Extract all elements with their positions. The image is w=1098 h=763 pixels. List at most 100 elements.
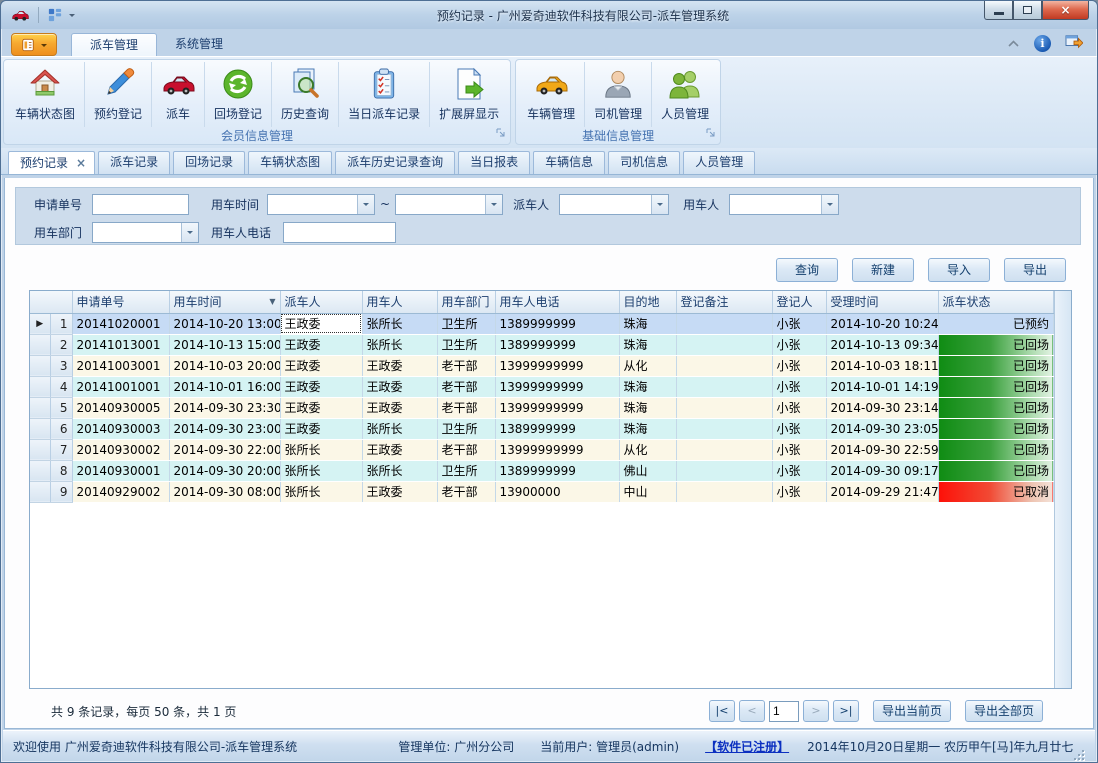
dept-combo[interactable]: [92, 222, 199, 243]
dialog-launcher-icon[interactable]: [706, 127, 716, 141]
grid-cell[interactable]: 2014-09-30 20:00: [169, 460, 280, 481]
grid-cell[interactable]: 从化: [619, 355, 676, 376]
prev-page-button[interactable]: <: [739, 700, 765, 722]
ribbon-item-dispatch[interactable]: 派车: [151, 62, 204, 127]
grid-cell[interactable]: 20140930001: [72, 460, 169, 481]
column-header-sorted[interactable]: 用车时间▼: [169, 291, 280, 313]
grid-cell[interactable]: 20140930003: [72, 418, 169, 439]
grid-cell[interactable]: 王政委: [362, 397, 437, 418]
grid-cell[interactable]: 2014-10-20 13:00: [169, 313, 280, 334]
column-header[interactable]: 登记人: [772, 291, 826, 313]
grid-cell[interactable]: 王政委: [280, 355, 362, 376]
use-time-from-combo[interactable]: [267, 194, 375, 215]
status-cell[interactable]: 已回场: [938, 376, 1054, 397]
close-button[interactable]: ×: [1042, 1, 1089, 20]
grid-cell[interactable]: 王政委: [362, 439, 437, 460]
column-header[interactable]: 受理时间: [826, 291, 938, 313]
column-header[interactable]: 派车人: [280, 291, 362, 313]
grid-cell[interactable]: 珠海: [619, 334, 676, 355]
grid-cell[interactable]: 2014-09-29 21:47: [826, 481, 938, 502]
chevron-down-icon[interactable]: [651, 195, 668, 214]
grid-cell[interactable]: 珠海: [619, 397, 676, 418]
vertical-scrollbar[interactable]: [1054, 291, 1071, 688]
minimize-button[interactable]: [984, 1, 1013, 20]
grid-cell[interactable]: 2014-09-30 22:59: [826, 439, 938, 460]
table-row[interactable]: 8201409300012014-09-30 20:00张所长张所长卫生所138…: [30, 460, 1054, 481]
app-menu-button[interactable]: [11, 33, 57, 56]
grid-cell[interactable]: 20140930002: [72, 439, 169, 460]
grid-cell[interactable]: [676, 439, 772, 460]
license-link[interactable]: 【软件已注册】: [705, 738, 789, 755]
ribbon-item-personnel-management[interactable]: 人员管理: [651, 62, 718, 127]
grid-cell[interactable]: 小张: [772, 397, 826, 418]
grid-cell[interactable]: 老干部: [437, 355, 495, 376]
grid-cell[interactable]: [676, 355, 772, 376]
grid-cell[interactable]: [676, 397, 772, 418]
grid-cell[interactable]: 13900000: [495, 481, 619, 502]
chevron-down-icon[interactable]: [485, 195, 502, 214]
grid-cell[interactable]: 13999999999: [495, 397, 619, 418]
table-row[interactable]: 2201410130012014-10-13 15:00王政委张所长卫生所138…: [30, 334, 1054, 355]
grid-cell[interactable]: 2014-10-20 10:24: [826, 313, 938, 334]
import-button[interactable]: 导入: [928, 258, 990, 282]
status-cell[interactable]: 已回场: [938, 460, 1054, 481]
grid-cell[interactable]: 张所长: [362, 313, 437, 334]
table-row[interactable]: 9201409290022014-09-30 08:00张所长王政委老干部139…: [30, 481, 1054, 502]
grid-cell[interactable]: 2014-09-30 23:30: [169, 397, 280, 418]
grid-cell[interactable]: 小张: [772, 376, 826, 397]
ribbon-item-vehicle-status-map[interactable]: 车辆状态图: [6, 62, 84, 127]
grid-cell[interactable]: 王政委: [280, 376, 362, 397]
doc-tab-personnel[interactable]: 人员管理: [683, 151, 755, 174]
grid-cell[interactable]: 张所长: [280, 481, 362, 502]
status-cell[interactable]: 已回场: [938, 334, 1054, 355]
restore-button[interactable]: [1013, 1, 1042, 20]
ribbon-tab-system[interactable]: 系统管理: [157, 33, 241, 56]
resize-grip-icon[interactable]: [1073, 749, 1085, 761]
dialog-launcher-icon[interactable]: [496, 127, 506, 141]
chevron-down-icon[interactable]: [821, 195, 838, 214]
quick-access-layout-icon[interactable]: [48, 8, 62, 22]
grid-cell[interactable]: 1389999999: [495, 334, 619, 355]
grid-cell[interactable]: 2014-10-13 15:00: [169, 334, 280, 355]
grid-cell[interactable]: 20140929002: [72, 481, 169, 502]
column-header[interactable]: 派车状态: [938, 291, 1054, 313]
grid-cell[interactable]: 王政委: [280, 397, 362, 418]
doc-tab-vehicle-info[interactable]: 车辆信息: [533, 151, 605, 174]
grid-cell[interactable]: 王政委: [280, 418, 362, 439]
table-row[interactable]: 3201410030012014-10-03 20:00王政委王政委老干部139…: [30, 355, 1054, 376]
ribbon-tab-dispatch[interactable]: 派车管理: [71, 33, 157, 56]
table-row[interactable]: 7201409300022014-09-30 22:00张所长王政委老干部139…: [30, 439, 1054, 460]
grid-cell[interactable]: 13999999999: [495, 439, 619, 460]
grid-cell[interactable]: 小张: [772, 313, 826, 334]
doc-tab-driver-info[interactable]: 司机信息: [608, 151, 680, 174]
grid-cell[interactable]: 20141003001: [72, 355, 169, 376]
grid-cell[interactable]: 1389999999: [495, 418, 619, 439]
grid-cell[interactable]: 张所长: [362, 460, 437, 481]
grid-cell[interactable]: 2014-09-30 23:05: [826, 418, 938, 439]
doc-tab-daily-report[interactable]: 当日报表: [458, 151, 530, 174]
ribbon-item-reservation[interactable]: 预约登记: [84, 62, 151, 127]
grid-cell[interactable]: 中山: [619, 481, 676, 502]
grid-cell[interactable]: 2014-10-03 18:11: [826, 355, 938, 376]
status-cell[interactable]: 已回场: [938, 397, 1054, 418]
doc-tab-return-records[interactable]: 回场记录: [173, 151, 245, 174]
grid-cell[interactable]: 1389999999: [495, 313, 619, 334]
window-switch-icon[interactable]: [1065, 34, 1083, 53]
grid-cell[interactable]: 王政委: [362, 481, 437, 502]
grid-cell[interactable]: [676, 313, 772, 334]
column-header[interactable]: 目的地: [619, 291, 676, 313]
page-number-input[interactable]: [769, 701, 799, 722]
next-page-button[interactable]: >: [803, 700, 829, 722]
first-page-button[interactable]: |<: [709, 700, 735, 722]
grid-cell[interactable]: 卫生所: [437, 313, 495, 334]
grid-cell[interactable]: 2014-09-30 22:00: [169, 439, 280, 460]
grid-cell[interactable]: 张所长: [362, 418, 437, 439]
doc-tab-vehicle-status-map[interactable]: 车辆状态图: [248, 151, 332, 174]
grid-cell[interactable]: 小张: [772, 355, 826, 376]
grid-cell[interactable]: 珠海: [619, 313, 676, 334]
grid-cell[interactable]: 老干部: [437, 481, 495, 502]
grid-cell[interactable]: 20141001001: [72, 376, 169, 397]
grid-cell[interactable]: 2014-10-01 16:00: [169, 376, 280, 397]
grid-cell[interactable]: [676, 376, 772, 397]
grid-cell[interactable]: [676, 418, 772, 439]
